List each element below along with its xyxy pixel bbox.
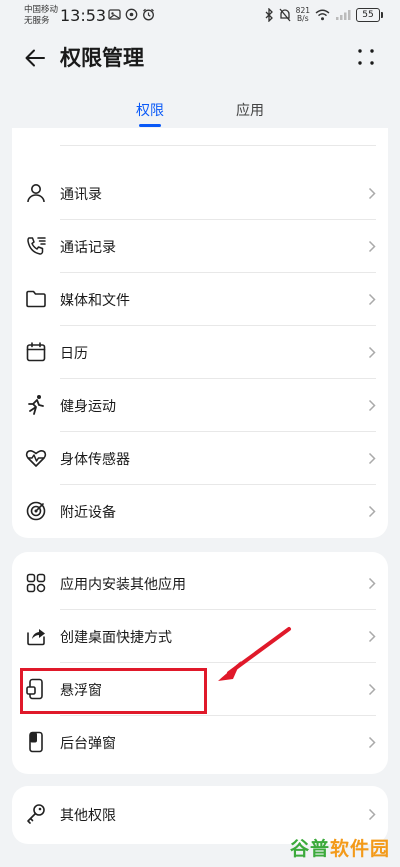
permission-label: 媒体和文件 [60,293,130,309]
chevron-right-icon [368,452,376,465]
annotation-arrow-icon [218,627,291,681]
chevron-right-icon [368,293,376,306]
permissions-group-basic: 信息 通讯录 通话记录 媒体和文件 日历 健身运动 身体传感器 [12,128,388,538]
more-dots-icon[interactable] [356,47,376,67]
calendar-icon [26,342,46,362]
message-icon [24,128,48,131]
page-title: 权限管理 [60,46,144,70]
row-divider [60,145,376,146]
notification-icons [108,8,155,21]
chevron-right-icon [368,240,376,253]
image-notification-icon [108,9,121,20]
permission-row-messages[interactable]: 信息 [12,128,388,146]
permission-row-calendar[interactable]: 日历 [12,326,388,379]
call-log-icon [27,237,46,255]
permission-row-background-popup[interactable]: 后台弹窗 [12,716,388,769]
carrier-info: 中国移动 无服务 [24,5,58,27]
back-arrow-icon[interactable] [22,45,48,71]
chevron-right-icon [368,683,376,696]
permission-label: 附近设备 [60,505,116,521]
permission-label: 后台弹窗 [60,736,116,752]
permission-label: 日历 [60,346,88,362]
folder-icon [26,290,46,308]
permission-label: 创建桌面快捷方式 [60,630,172,646]
watermark-part1: 谷普 [289,838,330,860]
network-speed: 821 B/s [296,7,310,23]
wifi-icon [315,9,330,21]
permission-row-desktop-shortcut[interactable]: 创建桌面快捷方式 [12,610,388,663]
permission-row-fitness[interactable]: 健身运动 [12,379,388,432]
annotation-highlight-box [20,668,207,714]
permission-label: 通讯录 [60,187,102,203]
tab-apps[interactable]: 应用 [236,100,264,120]
carrier-status: 无服务 [24,16,50,26]
mute-bell-icon [279,8,291,22]
permission-label: 健身运动 [60,399,116,415]
person-icon [27,184,45,203]
message-notification-icon [125,8,138,21]
running-icon [28,395,44,415]
app-bar: 权限管理 [0,34,400,80]
signal-icon [336,10,351,20]
chevron-right-icon [368,736,376,749]
active-tab-indicator [139,124,161,127]
permissions-group-special: 应用内安装其他应用 创建桌面快捷方式 悬浮窗 后台弹窗 [12,552,388,774]
watermark-part2: 软件园 [329,838,390,860]
permission-label: 信息 [60,128,88,130]
key-icon [27,804,45,824]
permission-label: 应用内安装其他应用 [60,577,186,593]
tab-permissions[interactable]: 权限 [136,100,164,120]
chevron-right-icon [368,630,376,643]
permission-row-body-sensors[interactable]: 身体传感器 [12,432,388,485]
permission-row-nearby-devices[interactable]: 附近设备 [12,485,388,538]
status-bar: 中国移动 无服务 13:53 821 B/s 55 [0,0,400,34]
chevron-right-icon [368,187,376,200]
alarm-notification-icon [143,8,154,21]
permission-label: 身体传感器 [60,452,130,468]
chevron-right-icon [368,808,376,821]
network-speed-unit: B/s [297,14,309,23]
chevron-right-icon [368,346,376,359]
shortcut-icon [27,629,45,646]
chevron-right-icon [368,505,376,518]
permission-row-contacts[interactable]: 通讯录 [12,167,388,220]
carrier-name: 中国移动 [24,5,59,15]
permission-label: 通话记录 [60,240,116,256]
clock: 13:53 [60,6,107,25]
permission-label: 其他权限 [60,808,116,824]
heart-rate-icon [25,450,47,467]
watermark-logo: 谷普软件园 [290,834,390,861]
nearby-target-icon [26,501,46,521]
bluetooth-icon [265,8,273,22]
battery-indicator: 55 [356,8,383,22]
chevron-right-icon [368,399,376,412]
permission-row-install-apps[interactable]: 应用内安装其他应用 [12,557,388,610]
system-icons: 821 B/s 55 [265,7,383,23]
permission-row-media-files[interactable]: 媒体和文件 [12,273,388,326]
background-popup-icon [29,731,43,753]
permission-row-call-log[interactable]: 通话记录 [12,220,388,273]
app-grid-icon [26,573,46,593]
chevron-right-icon [368,577,376,590]
